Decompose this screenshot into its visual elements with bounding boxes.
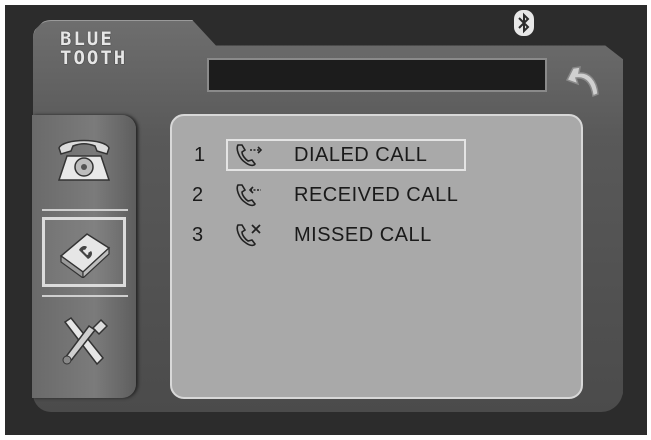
display-bar	[207, 58, 547, 92]
phonebook-icon	[59, 233, 111, 278]
menu-item-number: 3	[192, 223, 204, 246]
menu-item-received-call[interactable]: 2 RECEIVED CALL	[192, 179, 462, 211]
received-call-icon	[236, 184, 261, 207]
menu-item-label: MISSED CALL	[294, 223, 432, 246]
dialed-call-icon	[236, 144, 263, 167]
app-title: BLUE TOOTH	[60, 30, 127, 68]
side-separator	[42, 295, 128, 297]
tools-icon	[62, 316, 109, 366]
call-log-panel: 1 DIALED CALL 2 RECEIVED CALL 3 MISSED C…	[170, 114, 583, 399]
menu-item-dialed-call[interactable]: 1 DIALED CALL	[194, 139, 466, 171]
menu-item-label: RECEIVED CALL	[294, 183, 459, 206]
missed-call-icon	[236, 224, 261, 247]
bluetooth-icon	[514, 10, 534, 36]
menu-item-missed-call[interactable]: 3 MISSED CALL	[192, 219, 462, 251]
menu-item-number: 2	[192, 183, 204, 206]
telephone-icon	[57, 139, 111, 181]
menu-item-label: DIALED CALL	[294, 143, 428, 166]
menu-item-number: 1	[194, 143, 206, 166]
side-menu-phone[interactable]	[42, 125, 126, 195]
back-arrow-icon[interactable]	[563, 62, 603, 100]
side-menu-phonebook[interactable]	[42, 217, 126, 287]
title-line-2: TOOTH	[60, 47, 128, 69]
side-menu	[32, 115, 136, 398]
side-menu-settings[interactable]	[42, 307, 126, 377]
side-separator	[42, 209, 128, 211]
